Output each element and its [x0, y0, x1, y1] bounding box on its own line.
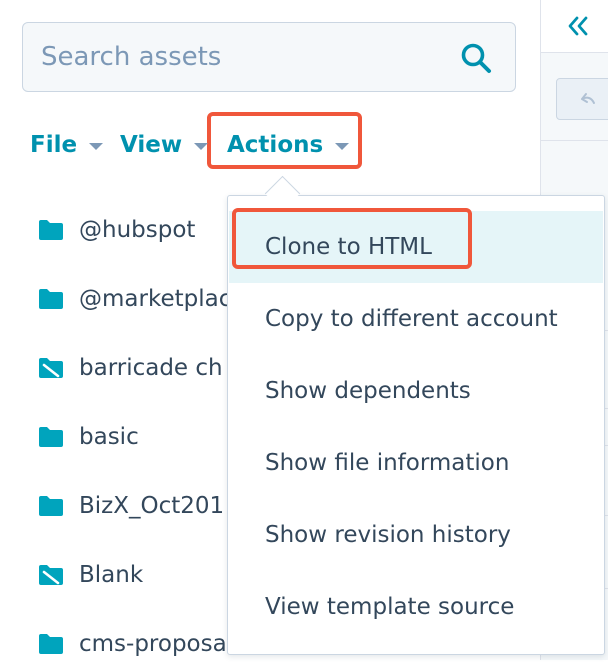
tree-item[interactable]: Blank	[38, 555, 143, 595]
tree-item-label: @marketplace	[79, 286, 246, 312]
file-menu-label: File	[30, 132, 78, 158]
clone-highlight-box	[232, 208, 472, 269]
menu-item-view-template-source[interactable]: View template source	[229, 571, 603, 643]
menu-item-copy-to-different-account[interactable]: Copy to different account	[229, 283, 603, 355]
tree-item[interactable]: @hubspot	[38, 210, 195, 250]
folder-icon	[39, 289, 63, 309]
undo-button[interactable]	[556, 78, 608, 120]
actions-menu[interactable]: Actions	[227, 126, 350, 164]
menu-item-show-file-information[interactable]: Show file information	[229, 427, 603, 499]
search-input[interactable]	[41, 23, 441, 91]
menu-item-show-dependents[interactable]: Show dependents	[229, 355, 603, 427]
tree-item[interactable]: BizX_Oct201	[38, 486, 224, 526]
undo-icon	[581, 93, 595, 104]
tree-item[interactable]: basic	[38, 417, 139, 457]
search-icon[interactable]	[459, 41, 493, 75]
tree-item-label: BizX_Oct201	[79, 493, 225, 519]
menu-item-show-revision-history[interactable]: Show revision history	[229, 499, 603, 571]
tree-item[interactable]: @marketplace	[38, 279, 246, 319]
tree-item-label: @hubspot	[79, 217, 196, 243]
collapse-bar	[541, 0, 608, 53]
chevron-down-icon	[89, 142, 104, 150]
view-menu[interactable]: View	[120, 126, 209, 164]
view-menu-label: View	[120, 132, 183, 158]
chevron-down-icon	[335, 142, 350, 150]
tree-item-label: barricade ch	[79, 355, 223, 381]
folder-icon	[39, 634, 63, 654]
chevron-down-icon	[194, 142, 209, 150]
tree-item-label: basic	[79, 424, 139, 450]
menu-item-label: View template source	[265, 594, 515, 620]
tree-item-label: Blank	[79, 562, 144, 588]
panel-divider	[541, 140, 608, 141]
menu-item-label: Show dependents	[265, 378, 471, 404]
menu-item-label: Show revision history	[265, 522, 511, 548]
tree-item[interactable]: cms-proposa	[38, 624, 227, 664]
tree-item[interactable]: barricade ch	[38, 348, 223, 388]
folder-icon	[39, 427, 63, 447]
folder-icon	[39, 220, 63, 240]
search-box[interactable]	[22, 22, 516, 92]
folder-hidden-icon	[39, 565, 63, 585]
file-menu[interactable]: File	[30, 126, 104, 164]
folder-hidden-icon	[39, 358, 63, 378]
tree-item-label: cms-proposa	[79, 631, 227, 657]
folder-icon	[39, 496, 63, 516]
menu-item-label: Copy to different account	[265, 306, 558, 332]
double-chevron-left-icon[interactable]	[565, 13, 591, 39]
actions-menu-label: Actions	[227, 132, 324, 158]
menu-item-label: Show file information	[265, 450, 510, 476]
